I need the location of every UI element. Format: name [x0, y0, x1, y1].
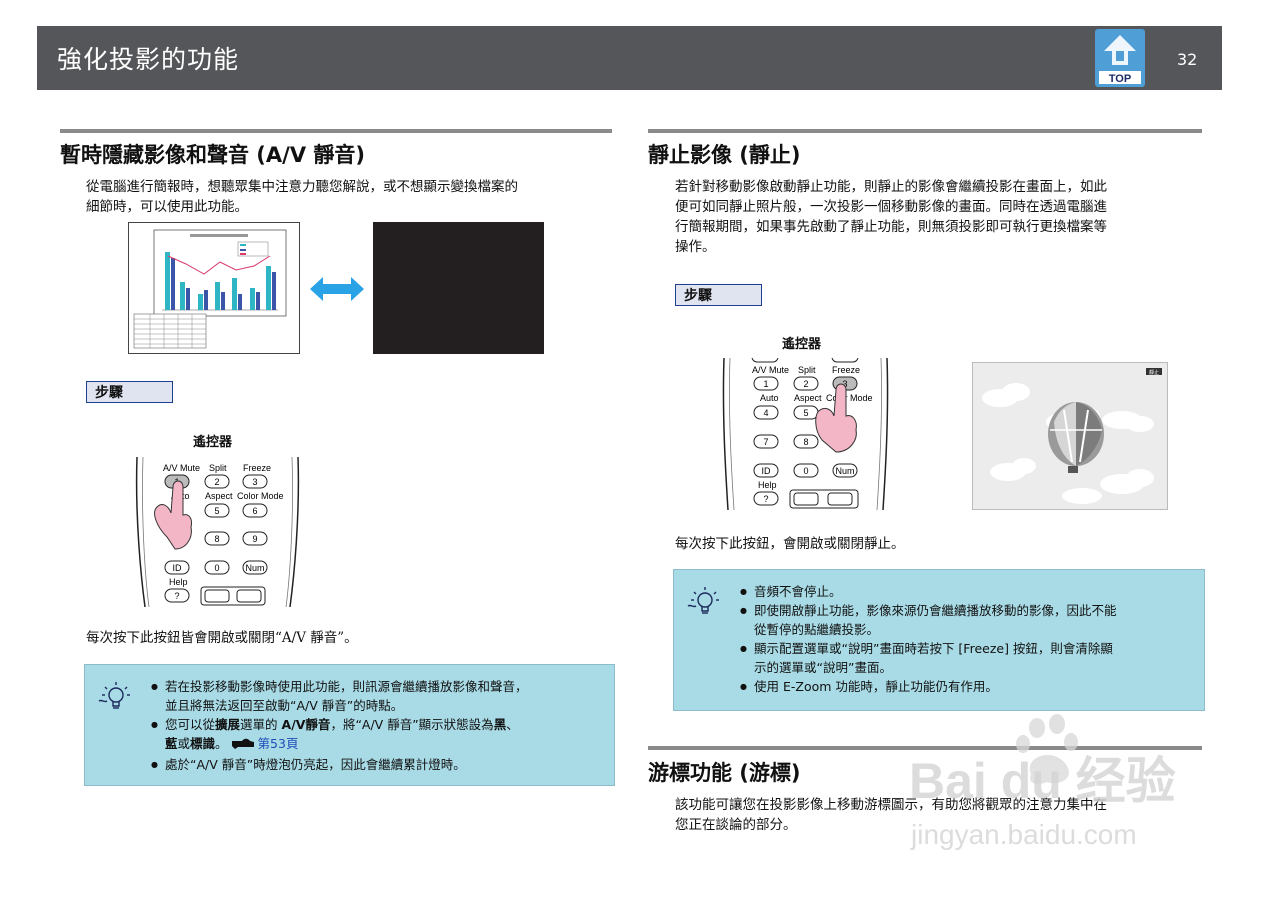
- remote-key-id: ID: [173, 563, 183, 573]
- pointer-heading: 游標功能 (游標): [648, 761, 801, 785]
- right-intro-line-1: 若針對移動影像啟動靜止功能，則靜止的影像會繼續投影在畫面上，如此: [675, 179, 1107, 195]
- header-title: 強化投影的功能: [57, 45, 240, 74]
- remote-label-help: Help: [169, 577, 188, 587]
- lightbulb-tip-icon: [686, 584, 720, 618]
- remote-key-8: 8: [803, 437, 808, 447]
- remote-label-aspect: Aspect: [794, 393, 822, 403]
- right-intro-line-2: 便可如同靜止照片般，一次投影一個移動影像的畫面。同時在透過電腦進: [675, 199, 1107, 215]
- remote-label-auto: Auto: [760, 393, 779, 403]
- frozen-balloon-image: 靜止: [972, 362, 1168, 510]
- remote-label-aspect: Aspect: [205, 491, 233, 501]
- right-intro-line-4: 操作。: [675, 239, 716, 255]
- remote-key-id: ID: [762, 466, 772, 476]
- remote-label-help: Help: [758, 480, 777, 490]
- remote-key-1: 1: [763, 379, 768, 389]
- left-tip-box: 若在投影移動影像時使用此功能，則訊源會繼續播放影像和聲音， 並且將無法返回至啟動…: [84, 664, 615, 786]
- remote-label-colormode: Color Mode: [826, 393, 873, 403]
- pointer-intro-line-1: 該功能可讓您在投影影像上移動游標圖示，有助您將觀眾的注意力集中在: [675, 797, 1107, 813]
- top-icon[interactable]: TOP: [1095, 29, 1145, 87]
- right-intro-line-3: 行簡報期間，如果事先啟動了靜止功能，則無須投影即可執行更換檔案等: [675, 219, 1107, 235]
- right-tip-box: 音頻不會停止。 即使開啟靜止功能，影像來源仍會繼續播放移動的影像，因此不能 從暫…: [673, 569, 1205, 711]
- remote-key-num: Num: [835, 466, 854, 476]
- left-step-label: 步驟: [86, 381, 173, 403]
- left-press-text: 每次按下此按鈕皆會開啟或關閉“A/V 靜音”。: [86, 630, 358, 646]
- black-screen-image: [373, 222, 544, 354]
- pointing-hand-icon: [231, 736, 258, 755]
- right-remote-label: 遙控器: [782, 337, 822, 352]
- presentation-slide-image: [128, 222, 300, 354]
- page-number: 32: [1177, 50, 1198, 69]
- remote-label-freeze: Freeze: [832, 365, 860, 375]
- page-53-link[interactable]: 第53頁: [258, 736, 299, 751]
- remote-key-help: ?: [174, 591, 179, 601]
- remote-key-2: 2: [803, 379, 808, 389]
- remote-key-8: 8: [214, 534, 219, 544]
- remote-key-2: 2: [214, 477, 219, 487]
- right-remote-illustration: A/V Mute Split Freeze 1 2 3 Auto Aspect …: [722, 351, 889, 511]
- remote-key-3: 3: [252, 477, 257, 487]
- left-remote-illustration: A/V Mute Split Freeze 1 2 3 Auto Aspect …: [135, 456, 300, 608]
- remote-key-help: ?: [763, 494, 768, 504]
- right-tip-item-2: 即使開啟靜止功能，影像來源仍會繼續播放移動的影像，因此不能 從暫停的點繼續投影。: [740, 601, 1198, 639]
- watermark-url: jingyan.baidu.com: [910, 819, 1137, 850]
- remote-key-4: 4: [763, 408, 768, 418]
- right-section-rule: [648, 129, 1202, 133]
- remote-label-split: Split: [209, 463, 227, 473]
- right-step-label: 步驟: [675, 284, 762, 306]
- left-tip-item-2: 您可以從擴展選單的 A/V靜音，將“A/V 靜音”顯示狀態設為黑、 藍或標識。 …: [151, 715, 607, 755]
- page-header: 強化投影的功能 TOP 32: [37, 26, 1222, 90]
- right-press-text: 每次按下此按鈕，會開啟或關閉靜止。: [675, 536, 905, 552]
- remote-key-0: 0: [214, 563, 219, 573]
- left-remote-label: 遙控器: [193, 435, 233, 450]
- right-tip-item-3: 顯示配置選單或“說明”畫面時若按下 [Freeze] 按鈕，則會清除顯 示的選單…: [740, 639, 1198, 677]
- remote-key-7: 7: [763, 437, 768, 447]
- right-tip-item-4: 使用 E-Zoom 功能時，靜止功能仍有作用。: [740, 677, 1198, 696]
- remote-label-avmute: A/V Mute: [752, 365, 789, 375]
- remote-key-9: 9: [252, 534, 257, 544]
- remote-key-num: Num: [245, 563, 264, 573]
- remote-label-avmute: A/V Mute: [163, 463, 200, 473]
- remote-key-6: 6: [252, 506, 257, 516]
- left-tip-item-1: 若在投影移動影像時使用此功能，則訊源會繼續播放影像和聲音， 並且將無法返回至啟動…: [151, 677, 607, 715]
- remote-label-colormode: Color Mode: [237, 491, 284, 501]
- remote-label-freeze: Freeze: [243, 463, 271, 473]
- remote-label-split: Split: [798, 365, 816, 375]
- left-intro-line-2: 細節時，可以使用此功能。: [86, 199, 248, 215]
- left-intro-line-1: 從電腦進行簡報時，想聽眾集中注意力聽您解說，或不想顯示變換檔案的: [86, 179, 518, 195]
- double-arrow-icon: [310, 276, 364, 302]
- pointer-intro-line-2: 您正在談論的部分。: [675, 817, 797, 833]
- remote-key-5: 5: [803, 408, 808, 418]
- right-heading: 靜止影像 (靜止): [648, 143, 801, 167]
- lightbulb-tip-icon: [97, 679, 131, 713]
- freeze-badge: 靜止: [1149, 369, 1159, 376]
- remote-key-0: 0: [803, 466, 808, 476]
- right-tip-item-1: 音頻不會停止。: [740, 582, 1198, 601]
- left-tip-item-3: 處於“A/V 靜音”時燈泡仍亮起，因此會繼續累計燈時。: [151, 755, 607, 774]
- left-section-rule: [60, 129, 612, 133]
- top-label: TOP: [1109, 73, 1131, 85]
- remote-key-5: 5: [214, 506, 219, 516]
- baidu-watermark: Bai du 经验 jingyan.baidu.com: [905, 712, 1205, 862]
- left-heading: 暫時隱藏影像和聲音 (A/V 靜音): [60, 143, 365, 167]
- right-section-rule-2: [648, 746, 1202, 750]
